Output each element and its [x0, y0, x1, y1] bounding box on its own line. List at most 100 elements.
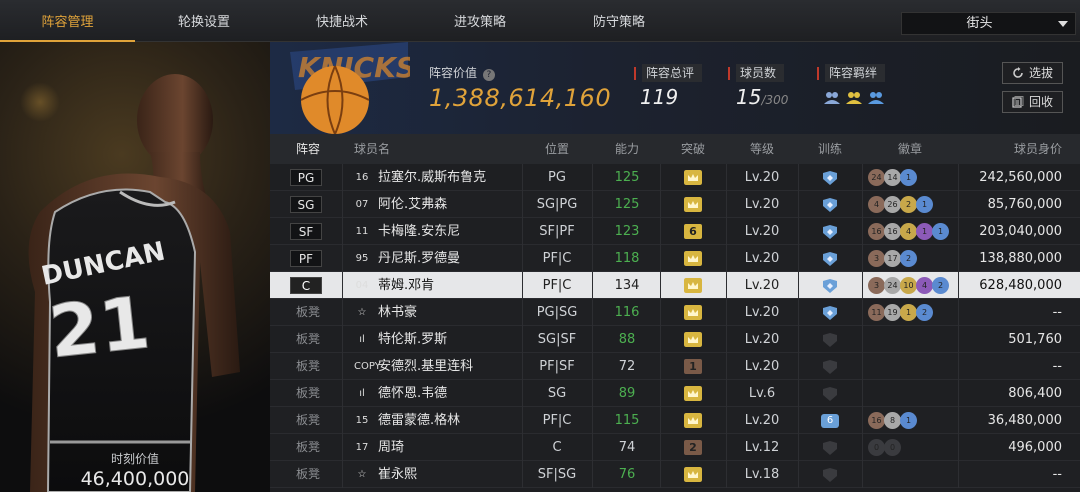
table-row[interactable]: 板凳 15 德雷蒙德.格林 PF|C 115 Lv.20 6 16 8 1 36,4…	[270, 407, 1080, 434]
player-level: Lv.20	[744, 413, 780, 428]
player-value: 242,560,000	[979, 170, 1062, 185]
player-level: Lv.20	[744, 359, 780, 374]
table-row[interactable]: 板凳 17 周琦 C 74 2 Lv.12 00 496,000	[270, 434, 1080, 461]
player-level: Lv.20	[744, 197, 780, 212]
training-shield-icon	[823, 225, 837, 239]
divider	[862, 164, 863, 191]
player-value: 85,760,000	[987, 197, 1062, 212]
player-position: PF|C	[542, 251, 572, 266]
player-rating: 74	[618, 440, 636, 455]
player-position: PF|C	[542, 278, 572, 293]
lineup-summary-header: KNICKS 阵容价值 ? 1,388,614,160 阵容总评 119 球员数…	[270, 42, 1080, 134]
bond-group-icon	[846, 92, 862, 104]
table-row[interactable]: SG 07 阿伦.艾弗森 SG|PG 125 Lv.20 4 26 2 1 85,76…	[270, 191, 1080, 218]
table-row[interactable]: C 04 蒂姆.邓肯 PF|C 134 Lv.20 3 24 10 4 2 628,48…	[270, 272, 1080, 299]
player-name[interactable]: 崔永熙	[378, 461, 417, 488]
table-row[interactable]: 板凳 ıl 特伦斯.罗斯 SG|SF 88 Lv.20 501,760	[270, 326, 1080, 353]
col-player-value: 球员身价	[1013, 142, 1062, 156]
divider	[958, 326, 959, 353]
badge-count: 3	[868, 277, 885, 294]
select-button[interactable]: 选拔	[1002, 62, 1063, 84]
lineup-rating: 119	[640, 85, 679, 109]
slot-bench-label: 板凳	[295, 440, 320, 454]
player-position: SF|SG	[537, 467, 577, 482]
player-name[interactable]: 丹尼斯.罗德曼	[378, 245, 460, 272]
player-name[interactable]: 特伦斯.罗斯	[378, 326, 447, 353]
divider	[958, 380, 959, 407]
divider	[660, 164, 661, 191]
divider	[342, 380, 343, 407]
bond-group-icon	[824, 92, 840, 104]
divider	[958, 434, 959, 461]
divider	[660, 218, 661, 245]
player-level: Lv.20	[744, 305, 780, 320]
player-name[interactable]: 德怀恩.韦德	[378, 380, 447, 407]
table-row[interactable]: PF 95 丹尼斯.罗德曼 PF|C 118 Lv.20 3 17 2 138,88…	[270, 245, 1080, 272]
recycle-button-label: 回收	[1029, 95, 1054, 109]
tab-defense-strategy[interactable]: 防守策略	[549, 0, 689, 42]
divider	[342, 407, 343, 434]
badge-count: 1	[900, 304, 917, 321]
table-row[interactable]: 板凳 COPY 安德烈.基里连科 PF|SF 72 1 Lv.20 --	[270, 353, 1080, 380]
badge-count: 14	[884, 169, 901, 186]
chevron-down-icon	[1058, 21, 1068, 27]
tab-lineup-management[interactable]: 阵容管理	[0, 0, 135, 42]
player-rating: 116	[614, 305, 640, 320]
player-value: --	[1052, 359, 1062, 374]
moment-value-label: 时刻价值	[110, 452, 159, 466]
player-level: Lv.18	[744, 467, 780, 482]
divider	[798, 272, 799, 299]
player-level: Lv.12	[744, 440, 780, 455]
divider	[342, 434, 343, 461]
divider	[798, 461, 799, 488]
player-position: PF|SF	[539, 359, 575, 374]
tab-quick-tactics[interactable]: 快捷战术	[273, 0, 411, 42]
player-name[interactable]: 德雷蒙德.格林	[378, 407, 460, 434]
player-name[interactable]: 林书豪	[378, 299, 417, 326]
player-name[interactable]: 卡梅隆.安东尼	[378, 218, 460, 245]
divider	[798, 380, 799, 407]
divider	[862, 434, 863, 461]
table-row[interactable]: 板凳 ☆ 林书豪 PG|SG 116 Lv.20 11 19 1 2 --	[270, 299, 1080, 326]
jersey-number-icon: ☆	[357, 469, 367, 480]
divider	[342, 326, 343, 353]
recycle-icon	[1012, 96, 1024, 108]
player-name[interactable]: 阿伦.艾弗森	[378, 191, 447, 218]
recycle-button[interactable]: 回收	[1002, 91, 1063, 113]
badge-count: 4	[868, 196, 885, 213]
player-count: 15/300	[736, 85, 788, 109]
player-value: 501,760	[1008, 332, 1062, 347]
help-icon[interactable]: ?	[482, 69, 495, 81]
player-name[interactable]: 蒂姆.邓肯	[378, 272, 434, 299]
divider	[958, 407, 959, 434]
mode-dropdown[interactable]: 街头	[901, 12, 1076, 35]
badge-count: 16	[868, 412, 885, 429]
player-name[interactable]: 拉塞尔.威斯布鲁克	[378, 164, 486, 191]
player-rating: 123	[614, 224, 640, 239]
player-position: SG	[547, 386, 567, 401]
tab-offense-strategy[interactable]: 进攻策略	[411, 0, 549, 42]
player-name[interactable]: 周琦	[378, 434, 404, 461]
badge-count: 1	[932, 223, 949, 240]
knicks-logo: KNICKS	[290, 42, 410, 134]
slot-bench-label: 板凳	[295, 305, 320, 319]
divider	[958, 461, 959, 488]
divider	[342, 164, 343, 191]
jersey-number-icon: 07	[355, 199, 369, 210]
jersey-number-icon: 15	[355, 415, 369, 426]
player-level: Lv.20	[744, 278, 780, 293]
player-name[interactable]: 安德烈.基里连科	[378, 353, 473, 380]
badge-count: 19	[884, 304, 901, 321]
table-row[interactable]: 板凳 ıl 德怀恩.韦德 SG 89 Lv.6 806,400	[270, 380, 1080, 407]
bond-icons[interactable]	[823, 88, 893, 108]
table-row[interactable]: 板凳 ☆ 崔永熙 SF|SG 76 Lv.18 --	[270, 461, 1080, 488]
training-shield-icon	[823, 171, 837, 185]
breakthrough-badge: 2	[684, 440, 702, 455]
table-row[interactable]: SF 11 卡梅隆.安东尼 SF|PF 123 6 Lv.20 16 16 4 1 1 …	[270, 218, 1080, 245]
table-row[interactable]: PG 16 拉塞尔.威斯布鲁克 PG 125 Lv.20 24 14 1 242,5…	[270, 164, 1080, 191]
slot-position-badge: SF	[290, 223, 322, 240]
player-value: 628,480,000	[979, 278, 1062, 293]
tab-rotation-settings[interactable]: 轮换设置	[135, 0, 273, 42]
badge-count: 0	[868, 439, 885, 456]
divider	[798, 434, 799, 461]
